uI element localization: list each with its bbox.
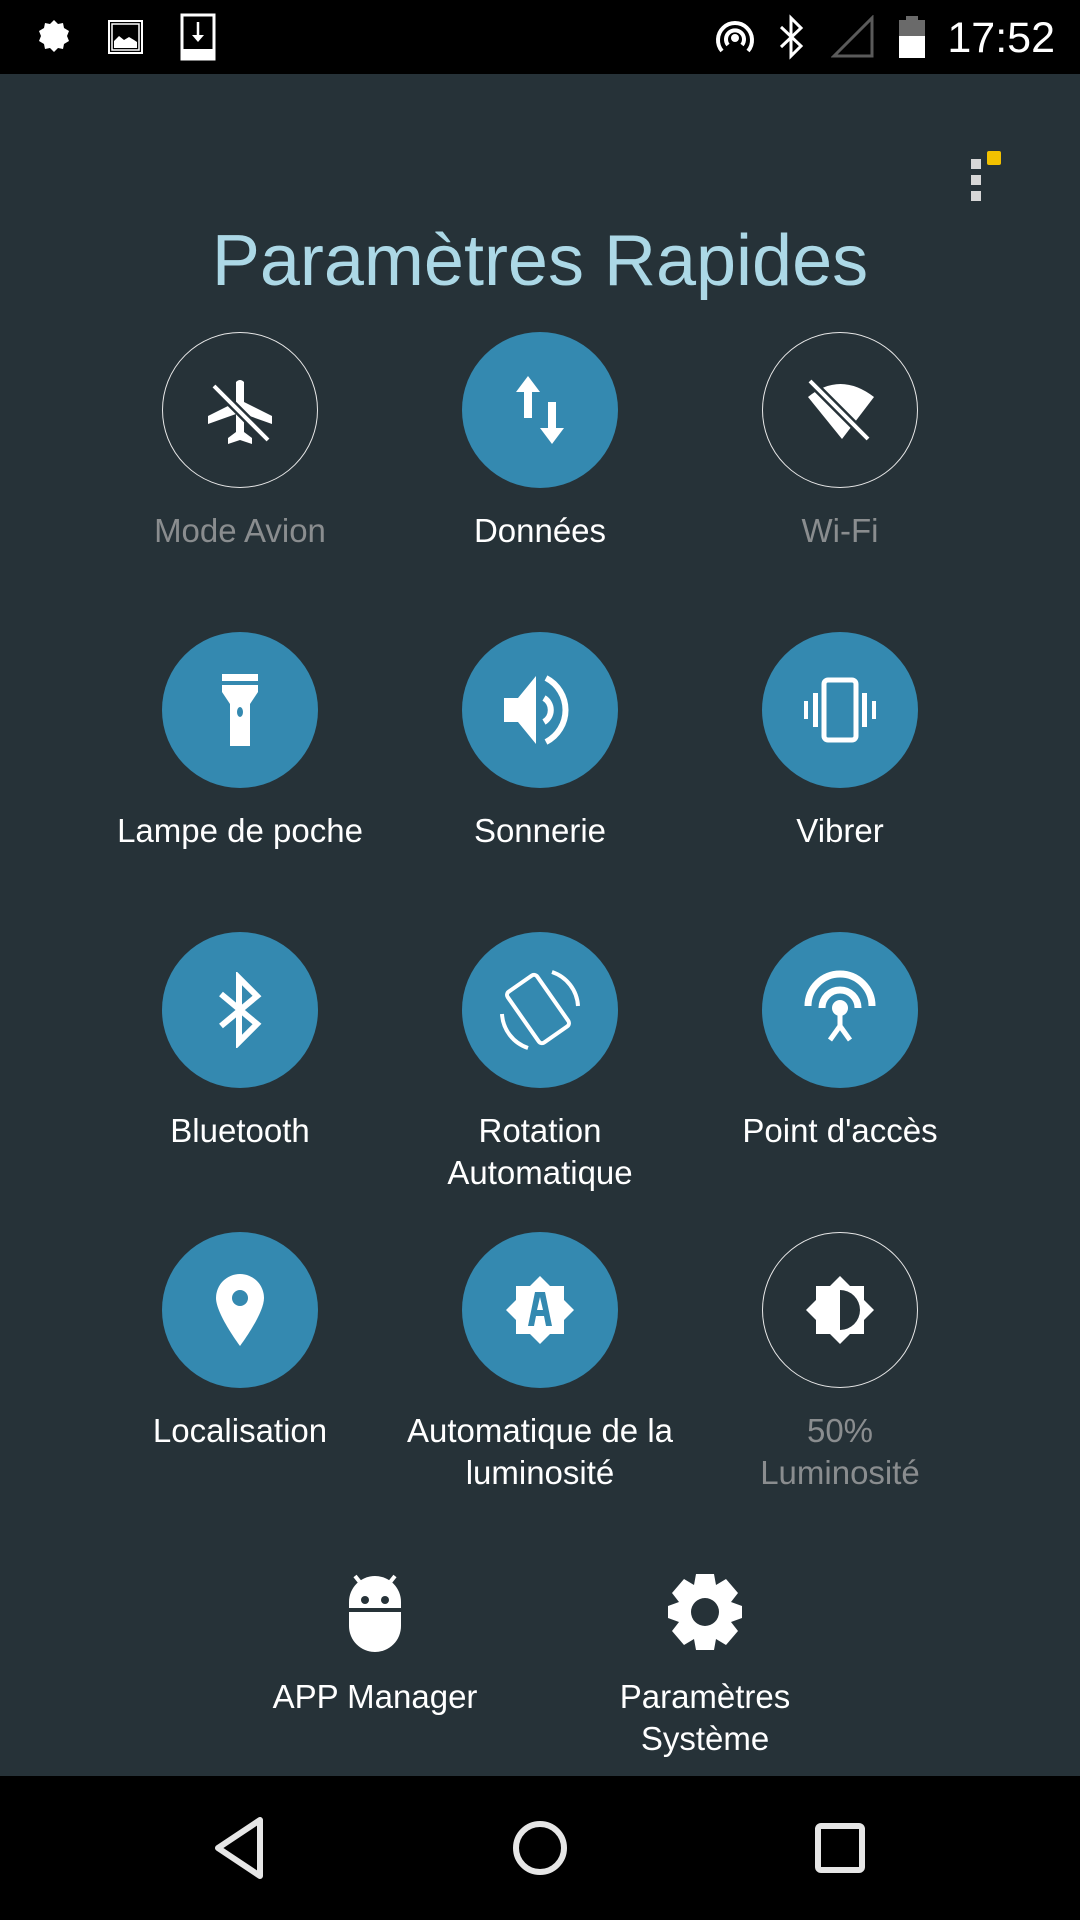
shortcut-label-line: Paramètres bbox=[619, 1678, 791, 1715]
android-icon bbox=[325, 1572, 425, 1652]
location-pin-icon bbox=[216, 1274, 264, 1346]
hotspot-icon bbox=[710, 0, 760, 74]
tile-ringer[interactable]: Sonnerie bbox=[390, 632, 690, 922]
rotation-toggle[interactable] bbox=[462, 932, 618, 1088]
shortcut-label: APP Manager bbox=[272, 1678, 478, 1715]
recents-button[interactable] bbox=[780, 1798, 900, 1898]
wifi-toggle[interactable] bbox=[762, 332, 918, 488]
brightness-toggle[interactable] bbox=[762, 1232, 918, 1388]
tile-airplane-mode[interactable]: Mode Avion bbox=[90, 332, 390, 622]
tile-label: Bluetooth bbox=[170, 1112, 310, 1149]
page-title: Paramètres Rapides bbox=[211, 221, 869, 302]
tile-auto-brightness[interactable]: Automatique de la luminosité bbox=[390, 1232, 690, 1522]
settings-gear-icon bbox=[655, 1572, 755, 1652]
tile-label: Données bbox=[473, 512, 607, 549]
tile-label: Automatique de la luminosité bbox=[390, 1410, 690, 1494]
tile-label: Vibrer bbox=[796, 812, 884, 849]
app-manager-button[interactable]: APP Manager bbox=[225, 1572, 525, 1772]
brightness-auto-icon bbox=[506, 1276, 574, 1344]
volume-icon bbox=[504, 675, 569, 745]
brightness-value: 50% bbox=[806, 1412, 874, 1449]
hotspot-toggle[interactable] bbox=[762, 932, 918, 1088]
notification-badge bbox=[987, 151, 1001, 165]
tile-wifi[interactable]: Wi-Fi bbox=[690, 332, 990, 622]
ringer-toggle[interactable] bbox=[462, 632, 618, 788]
shortcut-label-line: Système bbox=[640, 1720, 770, 1757]
bluetooth-icon bbox=[219, 972, 262, 1048]
tile-brightness[interactable]: 50% Luminosité bbox=[690, 1232, 990, 1522]
shortcut-label: Paramètres Système bbox=[555, 1676, 855, 1760]
signal-empty-icon bbox=[830, 0, 876, 74]
tile-label: Sonnerie bbox=[473, 812, 607, 849]
tile-vibrate[interactable]: Vibrer bbox=[690, 632, 990, 922]
airplane-toggle[interactable] bbox=[162, 332, 318, 488]
image-notification-icon bbox=[104, 0, 148, 74]
back-button[interactable] bbox=[180, 1798, 300, 1898]
location-toggle[interactable] bbox=[162, 1232, 318, 1388]
brightness-medium-icon bbox=[806, 1276, 874, 1344]
battery-half-icon bbox=[896, 0, 928, 74]
home-icon bbox=[513, 1821, 567, 1875]
clock: 17:52 bbox=[947, 14, 1055, 62]
back-icon bbox=[215, 1817, 263, 1879]
settings-notification-icon bbox=[32, 0, 76, 74]
status-bar: 17:52 bbox=[0, 0, 1080, 74]
hotspot-icon bbox=[804, 970, 876, 1042]
tile-label-line: Automatique bbox=[447, 1154, 633, 1191]
tile-label: 50% Luminosité bbox=[690, 1410, 990, 1494]
tile-label: Rotation Automatique bbox=[390, 1110, 690, 1194]
tile-label: Wi-Fi bbox=[801, 512, 879, 549]
bluetooth-icon bbox=[772, 0, 812, 74]
data-transfer-icon bbox=[516, 376, 564, 444]
tile-label: Lampe de poche bbox=[117, 812, 363, 849]
vibrate-icon bbox=[804, 677, 876, 743]
tile-location[interactable]: Localisation bbox=[90, 1232, 390, 1522]
auto-brightness-toggle[interactable] bbox=[462, 1232, 618, 1388]
flashlight-toggle[interactable] bbox=[162, 632, 318, 788]
tile-flashlight[interactable]: Lampe de poche bbox=[90, 632, 390, 922]
tile-mobile-data[interactable]: Données bbox=[390, 332, 690, 622]
data-toggle[interactable] bbox=[462, 332, 618, 488]
system-settings-button[interactable]: Paramètres Système bbox=[555, 1572, 855, 1772]
tile-label: Localisation bbox=[152, 1412, 328, 1449]
tile-label-line: Automatique de la bbox=[406, 1412, 673, 1449]
bluetooth-toggle[interactable] bbox=[162, 932, 318, 1088]
tile-hotspot[interactable]: Point d'accès bbox=[690, 932, 990, 1222]
tile-label-line: Rotation bbox=[478, 1112, 602, 1149]
tile-label: Mode Avion bbox=[154, 512, 326, 549]
overflow-menu-button[interactable] bbox=[962, 146, 1012, 208]
airplane-off-icon bbox=[208, 380, 272, 444]
home-button[interactable] bbox=[480, 1798, 600, 1898]
tile-bluetooth[interactable]: Bluetooth bbox=[90, 932, 390, 1222]
screen-rotation-icon bbox=[500, 970, 580, 1050]
tile-label-line: Luminosité bbox=[760, 1454, 920, 1491]
tile-auto-rotate[interactable]: Rotation Automatique bbox=[390, 932, 690, 1222]
recents-icon bbox=[815, 1823, 865, 1873]
navigation-bar bbox=[0, 1776, 1080, 1920]
flashlight-icon bbox=[222, 674, 258, 746]
vibrate-toggle[interactable] bbox=[762, 632, 918, 788]
download-notification-icon bbox=[178, 0, 218, 74]
tile-label: Point d'accès bbox=[742, 1112, 938, 1149]
wifi-off-icon bbox=[806, 377, 874, 443]
tile-label-line: luminosité bbox=[465, 1454, 615, 1491]
